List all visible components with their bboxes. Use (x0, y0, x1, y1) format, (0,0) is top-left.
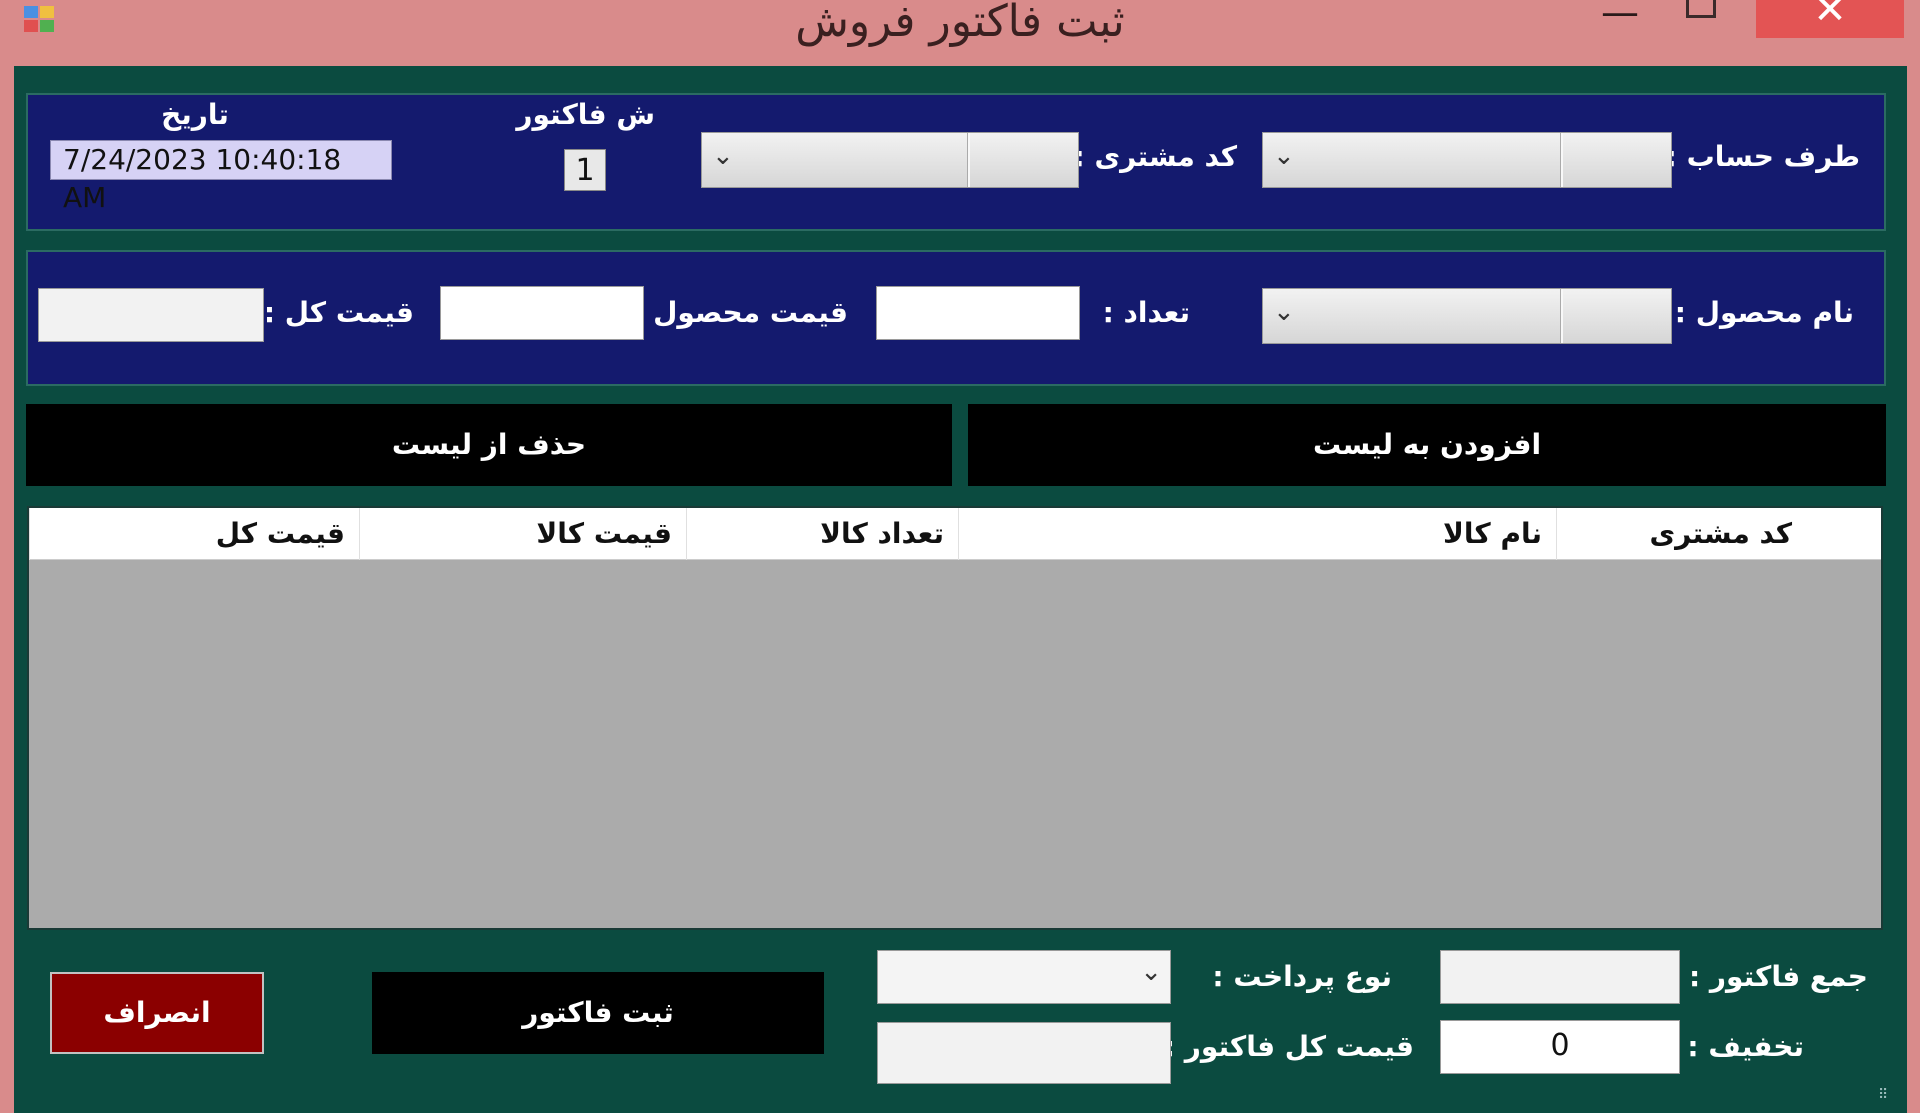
column-header-total-price[interactable]: قیمت کل (29, 508, 359, 560)
chevron-down-icon: ⌄ (1273, 141, 1295, 171)
combo-divider (1560, 289, 1563, 343)
remove-from-list-button[interactable]: حذف از لیست (26, 404, 952, 486)
date-field[interactable]: 7/24/2023 10:40:18 AM (50, 140, 392, 214)
chevron-down-icon: ⌄ (712, 141, 734, 171)
invoice-number: 1 (564, 149, 606, 191)
customer-code-label: کد مشتری : (1073, 140, 1238, 173)
combo-divider (967, 133, 970, 187)
window-title: ثبت فاکتور فروش (795, 0, 1125, 47)
resize-grip-icon[interactable]: ⠿ (1878, 1088, 1898, 1110)
total-price-label: قیمت کل : (263, 296, 414, 329)
submit-invoice-button[interactable]: ثبت فاکتور (372, 972, 824, 1054)
column-header-product-name[interactable]: نام کالا (958, 508, 1556, 560)
cancel-button[interactable]: انصراف (50, 972, 264, 1054)
invoice-number-label: ش فاکتور (516, 98, 655, 131)
account-combobox[interactable]: ⌄ (1262, 132, 1672, 188)
product-name-label: نام محصول : (1674, 296, 1854, 329)
column-header-unit-price[interactable]: قیمت کالا (359, 508, 686, 560)
invoice-sum-field[interactable] (1440, 950, 1680, 1004)
customer-code-combobox[interactable]: ⌄ (701, 132, 1079, 188)
combo-divider (1560, 133, 1563, 187)
column-header-customer-code[interactable]: کد مشتری (1556, 508, 1806, 560)
quantity-field[interactable] (876, 286, 1080, 340)
invoice-sum-label: جمع فاکتور : (1688, 960, 1868, 993)
invoice-total-field[interactable] (877, 1022, 1171, 1084)
chevron-down-icon: ⌄ (1273, 297, 1295, 327)
product-price-field[interactable] (440, 286, 644, 340)
account-label: طرف حساب : (1665, 140, 1860, 173)
invoice-items-grid[interactable]: کد مشتری نام کالا تعداد کالا قیمت کالا ق… (27, 506, 1883, 930)
grid-header: کد مشتری نام کالا تعداد کالا قیمت کالا ق… (29, 508, 1881, 560)
quantity-label: تعداد : (1102, 296, 1190, 329)
minimize-button[interactable]: — (1590, 0, 1650, 34)
invoice-total-label: قیمت کل فاکتور : (1163, 1030, 1414, 1063)
close-button[interactable]: ✕ (1756, 0, 1904, 38)
add-to-list-button[interactable]: افزودن به لیست (968, 404, 1886, 486)
payment-type-label: نوع پرداخت : (1212, 960, 1392, 993)
product-name-combobox[interactable]: ⌄ (1262, 288, 1672, 344)
maximize-icon (1686, 0, 1716, 18)
app-icon (22, 2, 62, 36)
total-price-field[interactable] (38, 288, 264, 342)
discount-field[interactable]: 0 (1440, 1020, 1680, 1074)
date-label: تاریخ (161, 98, 229, 131)
payment-type-dropdown[interactable]: ⌄ (877, 950, 1171, 1004)
product-price-label: قیمت محصول : (632, 296, 848, 329)
column-header-quantity[interactable]: تعداد کالا (686, 508, 958, 560)
maximize-button[interactable] (1670, 0, 1730, 34)
discount-label: تخفیف : (1687, 1030, 1804, 1063)
chevron-down-icon: ⌄ (1140, 957, 1162, 987)
